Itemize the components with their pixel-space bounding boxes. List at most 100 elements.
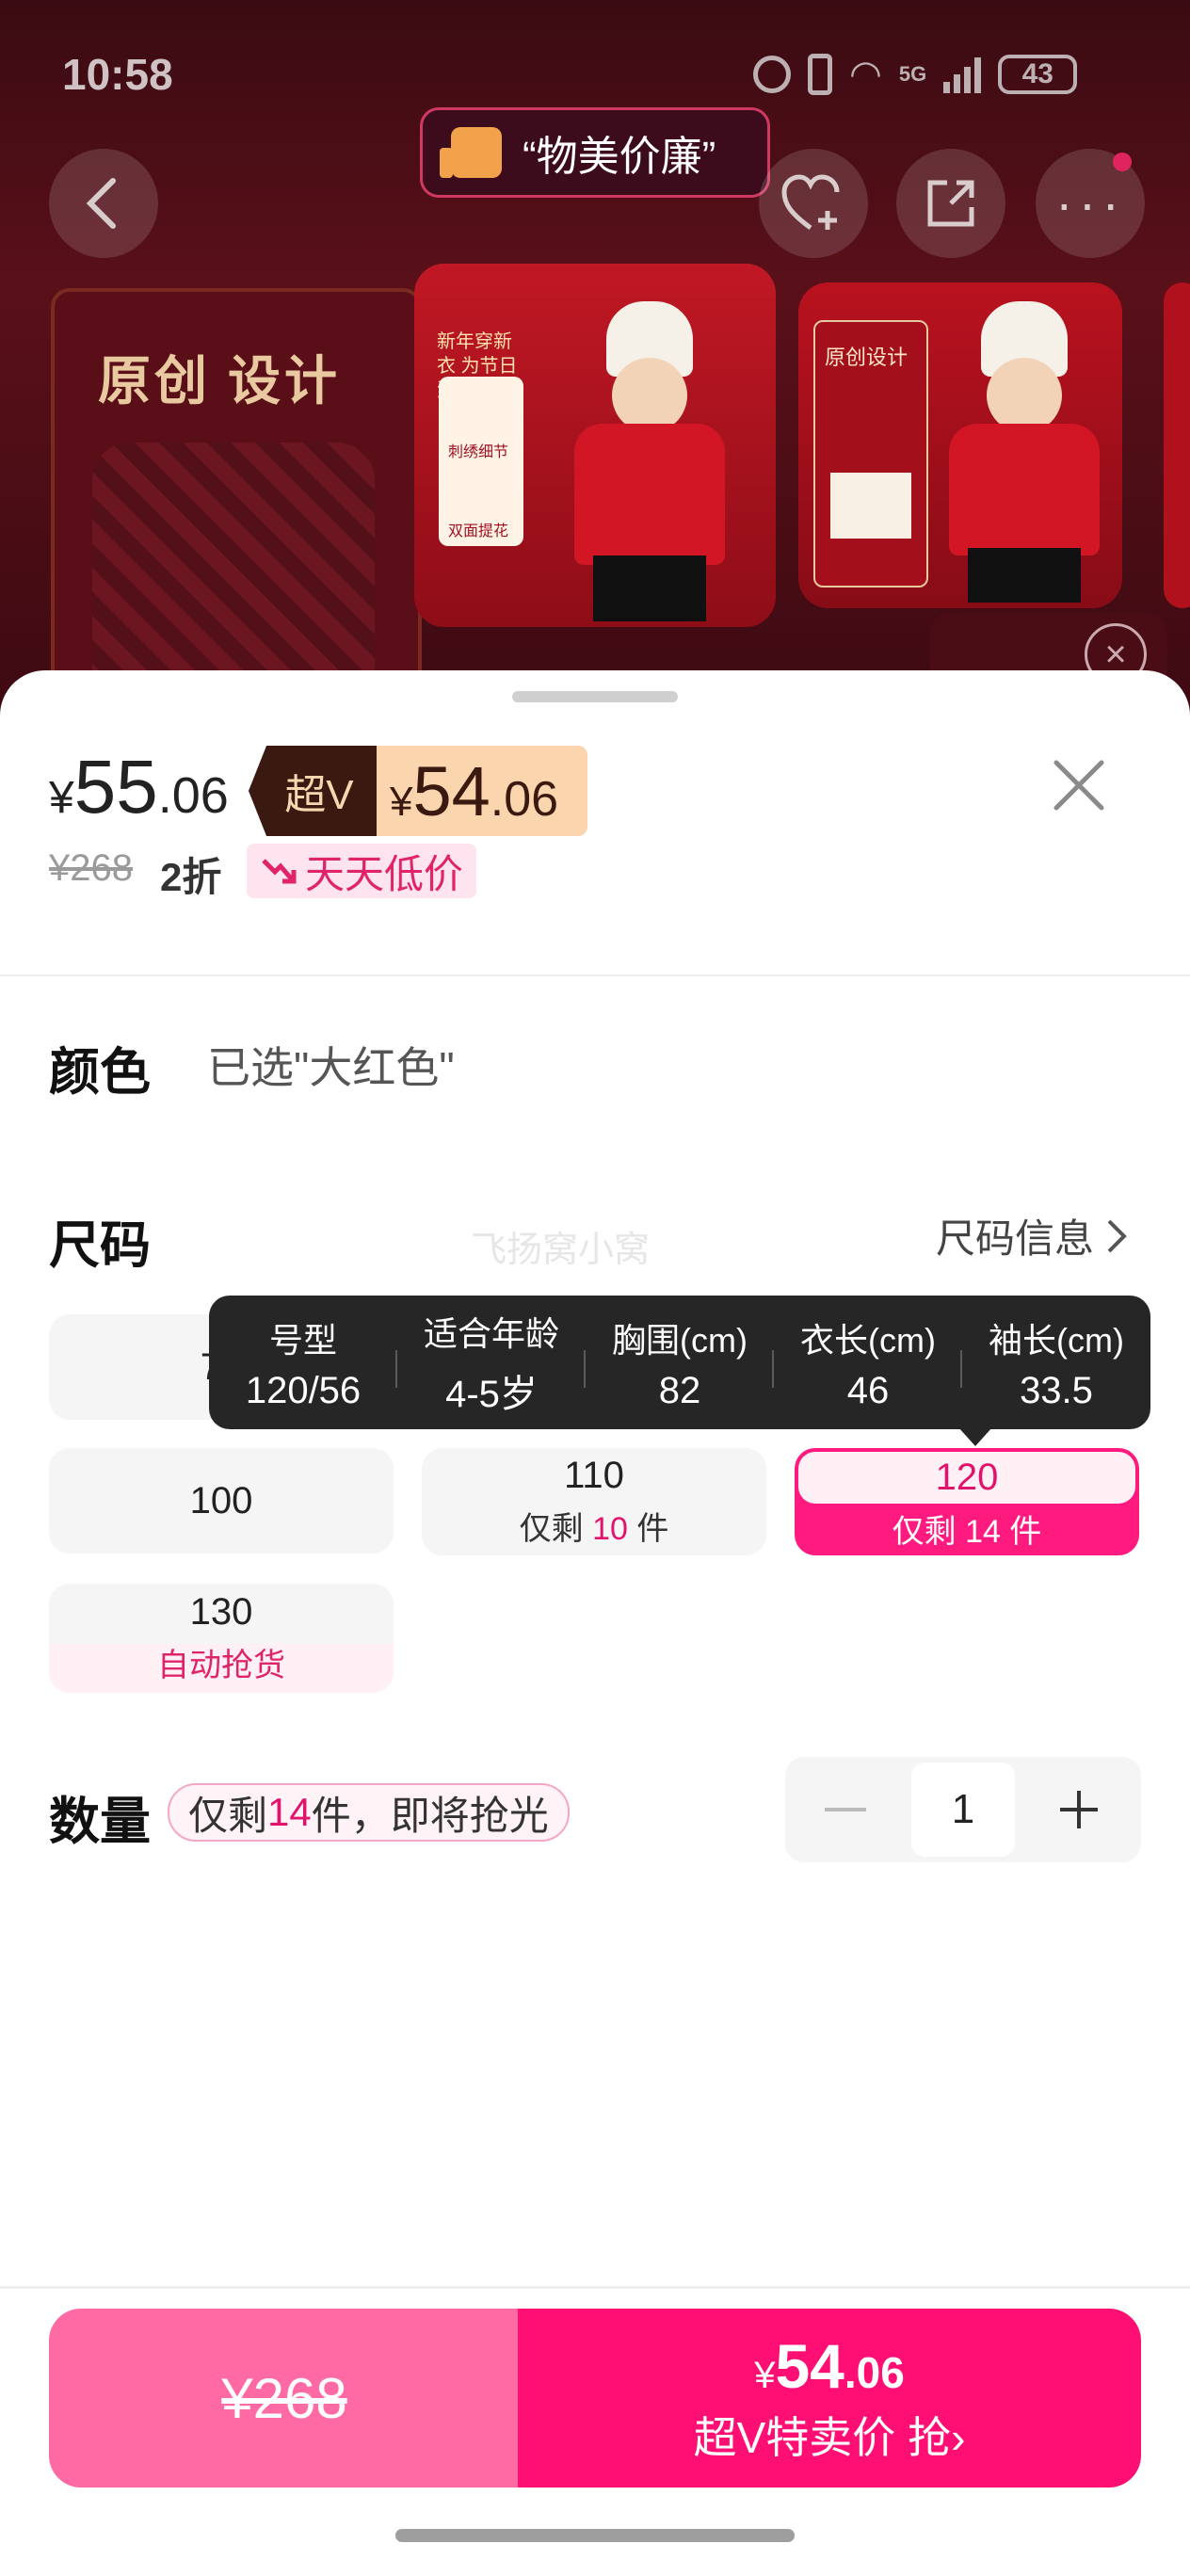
vip-label: 超V: [249, 746, 377, 836]
tooltip-col-type: 号型 120/56: [209, 1296, 397, 1429]
quantity-stepper: 1: [785, 1757, 1141, 1862]
tooltip-col-age: 适合年龄 4-5岁: [397, 1296, 586, 1429]
decrement-button[interactable]: [808, 1774, 883, 1845]
vibrate-icon: [808, 54, 832, 95]
size-chip-label: 110: [564, 1455, 624, 1496]
stock-tag-suffix: 件，即将抢光: [311, 1793, 549, 1838]
notification-dot: [1113, 153, 1132, 171]
gallery-image-1-title: 原创 设计: [98, 353, 341, 411]
color-selected: 已选"大红色": [207, 1043, 455, 1092]
size-chip-120-selected[interactable]: 120 仅剩 14 件: [795, 1448, 1139, 1555]
size-chip-130[interactable]: 130 自动抢货: [49, 1584, 394, 1693]
quantity-stock-tag: 仅剩 14 件，即将抢光: [168, 1783, 570, 1842]
vip-button-text: 超V特卖价 抢›: [693, 2413, 966, 2462]
discount-label: 2折: [160, 855, 222, 899]
chevron-right-icon: [1107, 1219, 1127, 1252]
certificate-title: 原创设计: [825, 346, 909, 369]
size-chip-110[interactable]: 110 仅剩 10 件: [422, 1448, 766, 1555]
tooltip-col-length: 衣长(cm) 46: [774, 1296, 962, 1429]
detail-card: 刺绣细节 双面提花: [439, 377, 523, 546]
signal-icon: [943, 56, 982, 93]
size-title: 尺码: [49, 1217, 151, 1274]
back-button[interactable]: [49, 149, 158, 258]
increment-button[interactable]: [1041, 1774, 1117, 1845]
vip-button-integer: 54: [775, 2331, 844, 2401]
close-icon[interactable]: [1043, 749, 1115, 821]
minus-icon: [825, 1808, 866, 1811]
vip-price-tag: 超V ¥54.06: [249, 746, 587, 836]
tooltip-header: 适合年龄: [423, 1314, 559, 1353]
heart-plus-icon: [781, 174, 840, 231]
current-price-integer: 55: [73, 745, 158, 829]
gallery-image-1[interactable]: 原创 设计: [51, 288, 422, 700]
more-dots-icon: ···: [1055, 173, 1125, 233]
vip-price-symbol: ¥: [390, 779, 413, 825]
vip-price-decimal: .06: [490, 772, 559, 827]
quantity-title: 数量: [49, 1794, 151, 1850]
size-chip-stock: 仅剩 14 件: [892, 1514, 1042, 1550]
size-chip-100[interactable]: 100: [49, 1448, 394, 1554]
vip-price: ¥54.06: [377, 746, 587, 836]
tooltip-arrow: [958, 1427, 992, 1446]
size-chip-label: 100: [189, 1479, 253, 1521]
vip-price-integer: 54: [412, 752, 490, 830]
tooltip-value: 33.5: [1020, 1369, 1093, 1411]
battery-icon: 43: [998, 55, 1078, 94]
current-price: ¥55.06: [49, 744, 229, 830]
header-badge-text: “物美价廉”: [523, 134, 716, 180]
buy-vip-button[interactable]: ¥54.06 超V特卖价 抢›: [518, 2309, 1141, 2487]
gallery-image-4[interactable]: [1164, 282, 1190, 608]
trend-down-icon: [262, 859, 297, 884]
tooltip-value: 82: [658, 1369, 701, 1411]
current-price-symbol: ¥: [49, 773, 74, 823]
gallery-image-2[interactable]: 新年穿新衣 为节日添彩 刺绣细节 双面提花: [414, 264, 776, 627]
alarm-icon: [753, 56, 791, 93]
buy-original-button[interactable]: ¥268: [49, 2309, 520, 2487]
tooltip-header: 衣长(cm): [800, 1320, 936, 1360]
detail-label-embroidery: 刺绣细节: [448, 444, 509, 460]
auto-grab-label: 自动抢货: [157, 1648, 285, 1683]
size-info-link[interactable]: 尺码信息: [936, 1207, 1128, 1264]
size-tooltip: 号型 120/56 适合年龄 4-5岁 胸围(cm) 82 衣长(cm) 46 袖长(c…: [209, 1296, 1150, 1429]
certificate-card: 原创设计: [813, 320, 928, 588]
section-divider: [0, 974, 1190, 976]
share-button[interactable]: [896, 149, 1005, 258]
thumbs-up-icon: [440, 127, 502, 178]
stock-tag-prefix: 仅剩: [188, 1793, 268, 1838]
status-icons: ◠ 5G 43: [753, 53, 1078, 96]
color-title: 颜色: [49, 1044, 151, 1101]
vip-button-price: ¥54.06: [754, 2330, 905, 2402]
favorite-button[interactable]: [759, 149, 868, 258]
stock-tag-count: 14: [267, 1790, 312, 1834]
tooltip-col-chest: 胸围(cm) 82: [586, 1296, 774, 1429]
stock-prefix: 仅剩: [519, 1511, 593, 1547]
drag-handle[interactable]: [512, 691, 678, 702]
size-info-label: 尺码信息: [936, 1216, 1095, 1261]
stock-suffix: 件: [627, 1511, 669, 1547]
tooltip-header: 胸围(cm): [612, 1320, 748, 1360]
plus-icon: [1060, 1791, 1098, 1828]
share-icon: [927, 180, 974, 227]
status-time: 10:58: [62, 50, 173, 99]
tooltip-header: 号型: [268, 1320, 337, 1360]
bottom-divider: [0, 2286, 1190, 2289]
current-price-decimal: .06: [157, 767, 229, 824]
quantity-value[interactable]: 1: [911, 1763, 1015, 1857]
chevron-left-icon: [86, 178, 116, 229]
size-chip-label: 120: [798, 1452, 1135, 1504]
original-price: ¥268: [49, 847, 133, 889]
sweater-graphic: [92, 443, 375, 687]
detail-label-jacquard: 双面提花: [448, 523, 509, 539]
header-badge: “物美价廉”: [420, 107, 770, 198]
tooltip-col-sleeve: 袖长(cm) 33.5: [962, 1296, 1150, 1429]
tooltip-value: 4-5岁: [445, 1374, 538, 1415]
tooltip-value: 120/56: [245, 1369, 362, 1411]
low-price-text: 天天低价: [305, 851, 464, 896]
tooltip-header: 袖长(cm): [989, 1320, 1124, 1360]
low-price-badge: 天天低价: [247, 844, 477, 898]
battery-level: 43: [1021, 58, 1053, 89]
gallery-image-3[interactable]: 原创设计: [798, 282, 1122, 608]
child-photo-2: [940, 301, 1109, 603]
stock-count: 10: [592, 1511, 628, 1547]
home-indicator[interactable]: [395, 2529, 795, 2542]
